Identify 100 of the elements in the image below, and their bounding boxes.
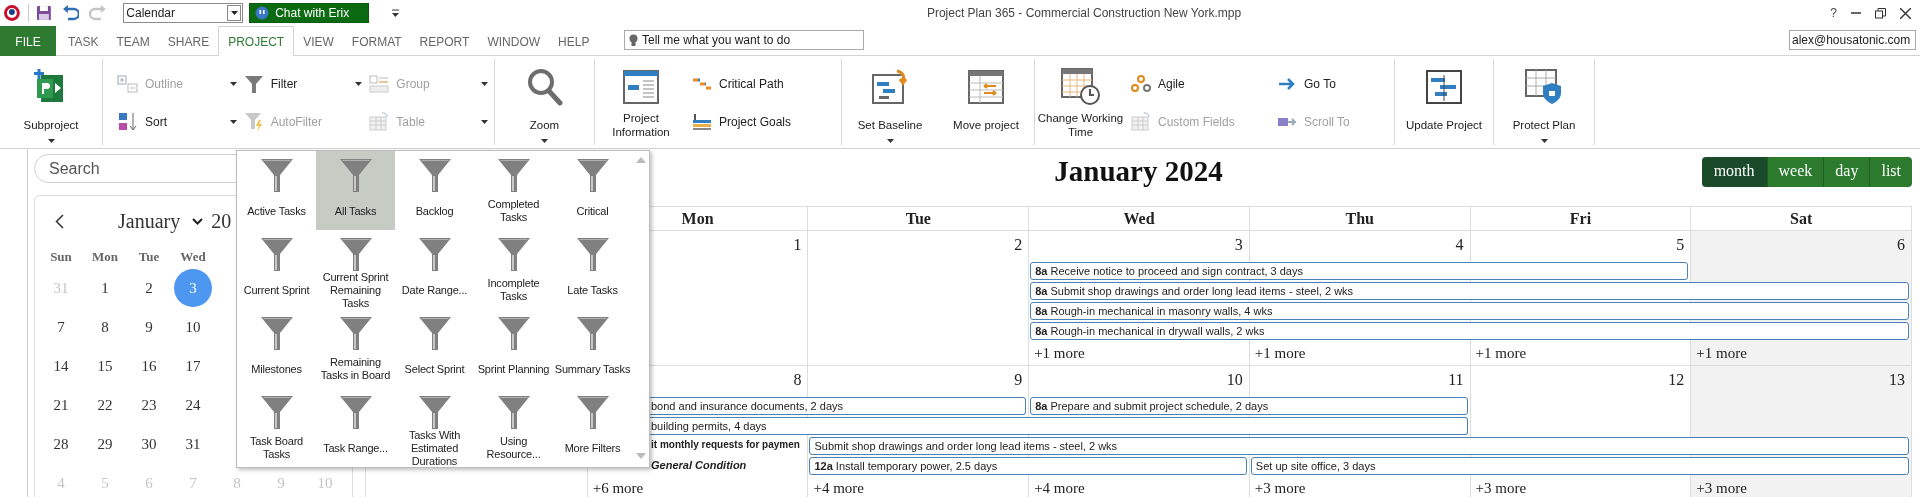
filter-option[interactable]: Late Tasks [553,230,632,309]
date-cell[interactable]: 15 [86,346,124,385]
more-link[interactable]: +3 more [1691,480,1747,497]
app-logo-icon[interactable] [3,4,21,22]
filter-option[interactable]: Completed Tasks [474,151,553,230]
tell-me-field[interactable]: Tell me what you want to do [624,30,864,50]
date-cell[interactable]: 2 [130,268,168,307]
filter-option[interactable]: Sprint Planning [474,309,553,388]
filter-option[interactable]: Current Sprint Remaining Tasks [316,230,395,309]
event-bar[interactable]: Set up site office, 3 days [1250,457,1909,475]
date-number: 2 [1014,235,1024,254]
date-cell[interactable]: 7 [42,307,80,346]
more-link[interactable]: +4 more [1029,480,1085,497]
ribbon-button[interactable]: Protect Plan [1494,59,1594,145]
ribbon-button[interactable]: Update Project [1395,59,1493,145]
view-button[interactable]: week [1767,156,1825,187]
funnel-icon [418,317,451,350]
ribbon-button[interactable]: Set Baseline [842,59,938,145]
view-select[interactable]: Calendar [123,3,244,23]
event-bar[interactable]: 8a Submit shop drawings and order long lead items - steel, 2 wks [1030,282,1909,300]
date-cell[interactable]: 16 [130,346,168,385]
ribbon-tab[interactable]: REPORT [410,26,479,56]
funnel-icon [260,317,293,350]
view-button[interactable]: list [1870,156,1912,187]
filter-option[interactable]: Remaining Tasks in Board [316,309,395,388]
date-number: 10 [1226,370,1244,389]
ribbon-button[interactable]: Project Goals [691,109,841,135]
help-button[interactable]: ? [1830,6,1837,20]
date-cell[interactable]: 8 [86,307,124,346]
more-link[interactable]: +1 more [1249,345,1306,365]
more-link[interactable]: +1 more [1029,345,1085,365]
date-cell[interactable]: 23 [130,385,168,424]
close-icon[interactable] [1900,7,1911,19]
date-cell[interactable]: 31 [174,424,212,463]
filter-option[interactable]: Milestones [237,309,316,388]
event-bar[interactable]: 8a Rough-in mechanical in drywall walls, 2 wks [1030,322,1909,340]
chevron-left-icon[interactable] [55,213,64,229]
ribbon-tab[interactable]: FORMAT [342,26,411,56]
date-cell[interactable]: 28 [42,424,80,463]
date-cell[interactable]: 10 [174,307,212,346]
restore-icon[interactable] [1875,7,1886,19]
ribbon-tab[interactable]: TEAM [107,26,159,56]
date-number: 1 [793,235,803,254]
ribbon-button[interactable]: Zoom [495,59,594,145]
ribbon-tab[interactable]: HELP [549,26,599,56]
ribbon-button[interactable]: Sort [117,109,243,135]
chat-button[interactable]: Chat with Erix [249,3,370,23]
filter-option[interactable]: Summary Tasks [553,309,632,388]
date-cell[interactable]: 21 [42,385,80,424]
more-link[interactable]: +3 more [1249,480,1306,497]
undo-icon[interactable] [61,5,80,21]
ribbon-button[interactable]: Critical Path [691,71,841,97]
ribbon-button[interactable]: Project Information [595,59,687,145]
customize-icon[interactable] [391,9,400,17]
ribbon-tab[interactable]: PROJECT [218,26,295,56]
date-cell[interactable]: 24 [174,385,212,424]
more-link[interactable]: +4 more [808,480,864,497]
ribbon-button[interactable]: Filter [242,71,369,97]
funnel-icon [418,159,451,192]
calendar-title: January 2024 [1054,155,1223,188]
view-button[interactable]: day [1824,156,1871,187]
filter-option[interactable]: Backlog [395,151,474,230]
event-bar[interactable]: 8a Receive notice to proceed and sign contract, 3 days [1030,262,1689,280]
event-bar[interactable]: 8a Prepare and submit project schedule, 2 days [1030,397,1468,415]
file-tab[interactable]: FILE [0,26,56,56]
filter-option[interactable]: All Tasks [316,151,395,230]
event-bar[interactable]: 8a Rough-in mechanical in masonry walls, 4 wks [1030,302,1909,320]
more-link[interactable]: +6 more [587,480,644,497]
ribbon-tab[interactable]: WINDOW [478,26,550,56]
ribbon-button[interactable]: Subproject [0,59,102,145]
ribbon-button[interactable]: Move project [938,59,1034,145]
more-link[interactable]: +1 more [1691,345,1747,365]
event-bar[interactable]: 12a Install temporary power, 2.5 days [809,457,1247,475]
date-cell[interactable]: 9 [130,307,168,346]
filter-option[interactable]: Date Range... [395,230,474,309]
date-cell[interactable]: 22 [86,385,124,424]
ribbon-button[interactable]: Go To [1276,71,1394,97]
date-cell[interactable]: 14 [42,346,80,385]
ribbon-tab[interactable]: SHARE [158,26,219,56]
save-icon[interactable] [35,5,52,21]
account-dropdown[interactable]: alex@housatonic.com [1789,30,1916,50]
date-cell[interactable]: 30 [130,424,168,463]
filter-option[interactable]: Incomplete Tasks [474,230,553,309]
year-select[interactable]: 20 [211,209,232,233]
filter-option[interactable]: Select Sprint [395,309,474,388]
funnel-icon [497,238,530,271]
date-cell[interactable]: 29 [86,424,124,463]
event-bar[interactable]: Submit shop drawings and order long lead items - steel, 2 wks [809,437,1909,455]
ribbon-button[interactable]: Agile [1130,71,1272,97]
ribbon-button[interactable]: Change Working Time [1035,59,1126,145]
month-select[interactable]: January [118,209,204,233]
ribbon-tab[interactable]: TASK [59,26,108,56]
date-cell[interactable]: 1 [86,268,124,307]
weekday-label: Sun [50,248,72,266]
filter-option[interactable]: Current Sprint [237,230,316,309]
more-link[interactable]: +1 more [1470,345,1527,365]
ribbon-tab[interactable]: VIEW [294,26,343,56]
view-button[interactable]: month [1701,156,1768,187]
date-cell[interactable]: 17 [174,346,212,385]
more-link[interactable]: +3 more [1470,480,1527,497]
